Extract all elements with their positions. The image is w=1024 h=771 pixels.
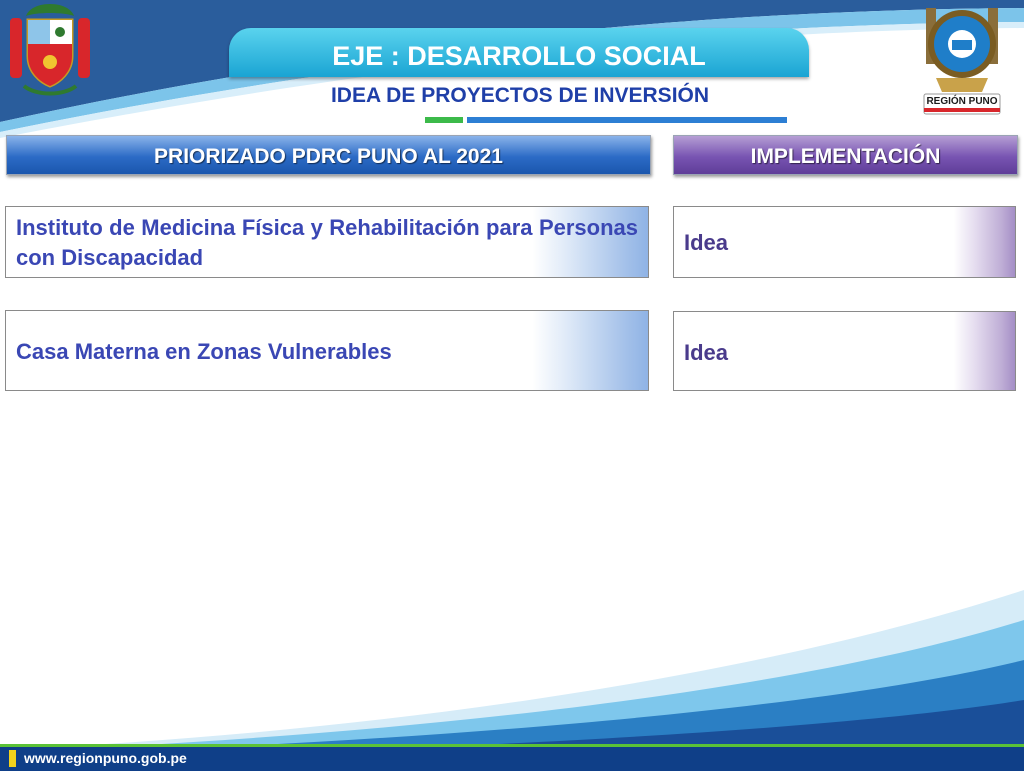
peru-coat-of-arms-logo [10,4,90,96]
project-row-1-name: Instituto de Medicina Física y Rehabilit… [16,215,638,270]
status-row-1-value: Idea [684,230,729,255]
project-row-2-name: Casa Materna en Zonas Vulnerables [16,339,392,364]
region-puno-label: REGIÓN PUNO [926,96,998,107]
implementacion-column-header: IMPLEMENTACIÓN [673,135,1018,175]
footer-bar: www.regionpuno.gob.pe [0,744,1024,771]
status-row-2-value: Idea [684,340,729,365]
page-subtitle: IDEA DE PROYECTOS DE INVERSIÓN [330,84,710,107]
footer-url: www.regionpuno.gob.pe [24,750,187,766]
subtitle-underline-green [425,117,463,123]
bottom-swoosh-decoration [0,590,1024,768]
subtitle-underline-blue [467,117,787,123]
page-title: EJE : DESARROLLO SOCIAL [229,28,809,77]
footer-mark-icon [9,750,16,767]
priorizado-column-header: PRIORIZADO PDRC PUNO AL 2021 [6,135,651,175]
